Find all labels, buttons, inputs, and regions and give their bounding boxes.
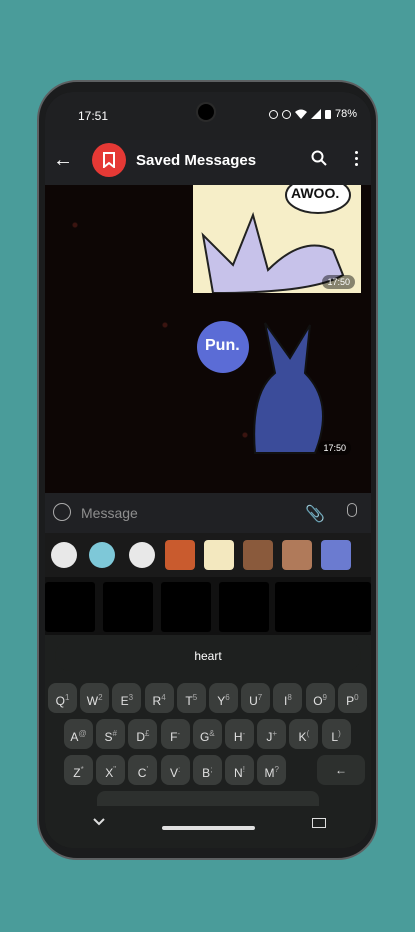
nav-bar (45, 806, 371, 848)
status-time: 17:51 (78, 109, 109, 123)
key-h[interactable]: H- (225, 719, 254, 749)
camera-cutout (198, 104, 214, 120)
sticker-pack-thumb[interactable] (204, 540, 234, 570)
keyboard-icon[interactable] (312, 818, 326, 828)
sticker-pack-strip (45, 533, 371, 577)
suggestion-bar[interactable]: heart (55, 641, 361, 671)
key-w[interactable]: W2 (80, 683, 110, 713)
dnd-icon (281, 109, 291, 119)
sticker-cell[interactable] (161, 582, 211, 632)
key-p[interactable]: P0 (337, 683, 367, 713)
key-s[interactable]: S# (96, 719, 126, 749)
mic-icon[interactable] (347, 503, 357, 517)
battery-percent: 78% (334, 108, 357, 120)
sticker-cell[interactable] (219, 582, 269, 632)
message-time: 17:50 (322, 275, 355, 289)
key-d[interactable]: D£ (128, 719, 158, 749)
key-i[interactable]: I8 (273, 683, 303, 713)
sticker-pack-thumb[interactable] (165, 540, 195, 570)
wifi-icon (294, 109, 307, 119)
sticker-grid (45, 577, 371, 635)
key-o[interactable]: O9 (305, 683, 335, 713)
app-bar: ← Saved Messages (45, 140, 371, 185)
sticker-text: AWOO. (291, 185, 340, 201)
message-input[interactable]: Message (81, 505, 138, 521)
more-options-icon[interactable] (355, 151, 359, 169)
chat-area[interactable]: AWOO. 17:50 Pun. 17:50 (45, 185, 371, 493)
sticker-pack-thumb[interactable] (243, 540, 273, 570)
sticker-cell[interactable] (45, 582, 95, 632)
key-u[interactable]: U7 (241, 683, 271, 713)
key-r[interactable]: R4 (144, 683, 174, 713)
search-icon[interactable] (311, 150, 327, 166)
key-g[interactable]: G& (192, 719, 222, 749)
search-icon[interactable] (89, 542, 115, 568)
key-j[interactable]: J+ (257, 719, 287, 749)
sticker-message[interactable]: AWOO. 17:50 (193, 185, 361, 293)
key-e[interactable]: E3 (112, 683, 142, 713)
bookmark-icon (103, 152, 115, 168)
key-f[interactable]: F- (160, 719, 190, 749)
back-icon[interactable]: ← (53, 150, 73, 170)
sticker-message[interactable]: Pun. 17:50 (195, 313, 355, 473)
key-b[interactable]: B; (192, 755, 222, 785)
key-l[interactable]: L) (321, 719, 351, 749)
sticker-pack-thumb[interactable] (321, 540, 351, 570)
attach-icon[interactable]: 📎 (305, 504, 325, 524)
key-k[interactable]: K( (289, 719, 319, 749)
key-n[interactable]: N! (225, 755, 254, 785)
sticker-pack-thumb[interactable] (282, 540, 312, 570)
key-x[interactable]: X" (96, 755, 126, 785)
emoji-icon[interactable] (53, 503, 71, 521)
screen: 17:51 78% ← Saved Messages AWOO. 17:50 P… (45, 92, 371, 848)
signal-icon (310, 109, 321, 119)
key-m[interactable]: M? (257, 755, 287, 785)
status-bar: 17:51 78% (45, 92, 371, 140)
key-q[interactable]: Q1 (48, 683, 77, 713)
sticker-cell[interactable] (275, 582, 371, 632)
chat-title[interactable]: Saved Messages (136, 152, 256, 169)
back-icon[interactable] (51, 542, 77, 568)
sticker-cell[interactable] (103, 582, 153, 632)
key-c[interactable]: C' (128, 755, 158, 785)
home-indicator[interactable] (162, 826, 255, 830)
message-input-bar: Message 📎 (45, 493, 371, 533)
backspace-key[interactable]: ← (317, 755, 365, 785)
key-z[interactable]: Z* (64, 755, 93, 785)
recent-icon[interactable] (129, 542, 155, 568)
key-v[interactable]: V: (160, 755, 190, 785)
battery-icon (324, 110, 331, 119)
avatar[interactable] (92, 143, 126, 177)
key-t[interactable]: T5 (176, 683, 206, 713)
message-time: 17:50 (318, 441, 351, 455)
key-y[interactable]: Y6 (209, 683, 238, 713)
key-a[interactable]: A@ (64, 719, 93, 749)
sticker-text: Pun. (205, 337, 240, 354)
sync-icon (268, 109, 278, 119)
status-icons: 78% (268, 108, 357, 120)
chevron-down-icon[interactable] (93, 818, 105, 826)
